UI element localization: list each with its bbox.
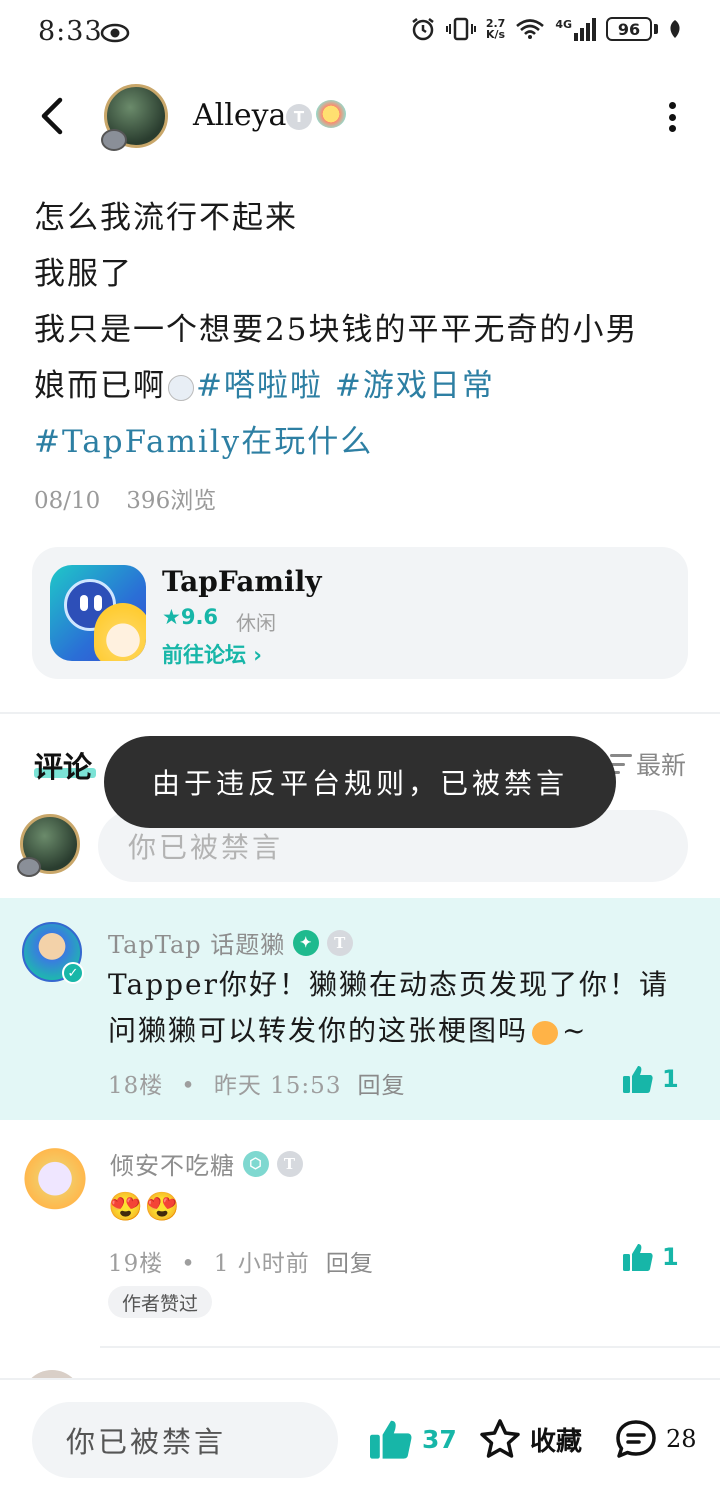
comment-count-button[interactable]: 28 — [614, 1418, 697, 1460]
commenter-avatar[interactable] — [18, 1138, 92, 1212]
bottom-action-bar: 你已被禁言 37 收藏 28 — [0, 1378, 720, 1496]
commenter-avatar[interactable]: ✓ — [22, 922, 84, 984]
like-button[interactable]: 1 — [622, 1242, 679, 1272]
leaf-icon — [670, 20, 680, 38]
post-date: 08/10 — [34, 488, 101, 514]
bird-emoji-icon — [532, 1020, 559, 1045]
level-badge: T — [327, 929, 354, 956]
scared-emoji-icon — [168, 374, 194, 401]
reply-button[interactable]: 回复 — [326, 1251, 374, 1277]
toast-message: 由于违反平台规则，已被禁言 — [104, 736, 616, 828]
my-avatar — [17, 814, 80, 877]
comment-meta: 19楼 • 1 小时前 回复 — [108, 1251, 374, 1277]
thumbs-up-icon — [623, 1244, 653, 1271]
divider — [100, 1346, 720, 1348]
game-card[interactable]: TapFamily ★9.6 休闲 前往论坛 › — [32, 547, 688, 679]
post-meta: 08/10 396浏览 — [34, 481, 216, 515]
comment-text: 😍😍 — [108, 1190, 182, 1223]
thumbs-up-icon — [623, 1066, 653, 1093]
more-options-icon[interactable] — [668, 102, 676, 132]
star-icon — [480, 1419, 520, 1458]
tag-link[interactable]: #TapFamily在玩什么 — [34, 416, 373, 461]
post-line-4: 娘而已啊 #嗒啦啦 #游戏日常 — [34, 368, 495, 404]
commenter-name[interactable]: TapTap 话题獭 ✦ T — [108, 925, 354, 960]
favorite-button[interactable]: 收藏 — [478, 1418, 582, 1460]
signal-icon: 4G — [555, 17, 596, 41]
status-bar: 8:33 2.7 K/s 4G 96 — [0, 0, 720, 70]
level-badge: T — [277, 1150, 303, 1177]
status-icons: 2.7 K/s 4G 96 — [410, 16, 682, 42]
tag-link[interactable]: #嗒啦啦 — [196, 368, 323, 404]
commenter-name[interactable]: 倾安不吃糖 ⬡ T — [110, 1146, 303, 1181]
hexagon-badge-icon: ⬡ — [243, 1150, 269, 1177]
post-line-1: 怎么我流行不起来 — [34, 200, 298, 236]
bottom-comment-input[interactable]: 你已被禁言 — [32, 1402, 338, 1478]
comment-bubble-icon — [616, 1420, 656, 1458]
author-avatar[interactable] — [101, 84, 168, 151]
comments-title[interactable]: 评论 — [34, 744, 92, 786]
tag-link[interactable]: #游戏日常 — [335, 368, 495, 404]
battery-indicator: 96 — [606, 17, 658, 41]
game-score: ★9.6 — [162, 605, 219, 629]
back-arrow-icon[interactable] — [38, 96, 68, 136]
eye-icon — [100, 23, 130, 43]
sort-button[interactable]: 最新 — [609, 746, 686, 782]
thumbs-up-icon — [370, 1420, 412, 1459]
status-time: 8:33 — [38, 16, 103, 47]
game-genre: 休闲 — [236, 611, 276, 635]
divider — [0, 712, 720, 714]
net-speed: 2.7 K/s — [485, 17, 506, 41]
post-like-button[interactable]: 37 — [368, 1418, 457, 1460]
official-badge-icon: ✦ — [293, 929, 320, 956]
post-views: 396浏览 — [126, 488, 217, 514]
vibrate-icon — [445, 17, 476, 41]
game-icon[interactable] — [50, 565, 146, 661]
like-button[interactable]: 1 — [622, 1064, 679, 1094]
post-line-3: 我只是一个想要25块钱的平平无奇的小男 — [34, 312, 639, 348]
forum-link[interactable]: 前往论坛 › — [162, 639, 262, 669]
post-line-2: 我服了 — [34, 256, 133, 292]
wifi-icon — [516, 19, 545, 39]
alarm-icon — [412, 18, 434, 41]
game-name: TapFamily — [162, 565, 322, 598]
author-username[interactable]: Alleya — [193, 98, 286, 133]
comment-text: Tapper你好！獭獭在动态页发现了你！请 问獭獭可以转发你的这张梗图吗 ~ — [108, 968, 669, 1047]
author-liked-tag: 作者赞过 — [108, 1286, 213, 1318]
decoration-badge — [316, 100, 346, 128]
comment-meta: 18楼 • 昨天 15:53 回复 — [108, 1073, 406, 1099]
level-badge: T — [286, 104, 312, 130]
reply-button[interactable]: 回复 — [357, 1073, 405, 1099]
